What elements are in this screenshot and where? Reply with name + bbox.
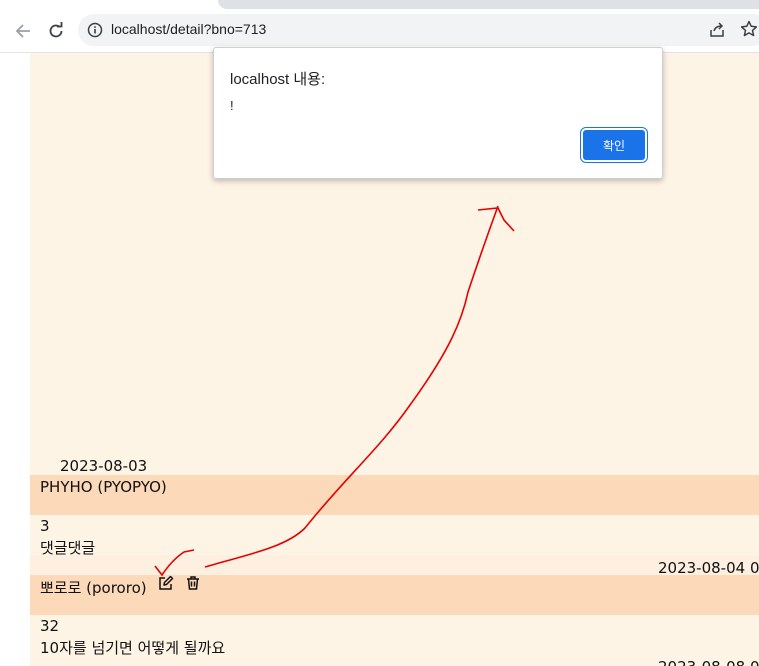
alert-dialog: localhost 내용: ! 확인: [213, 47, 663, 179]
comment-count: 3: [40, 517, 50, 535]
comment-timestamp: 2023-08-08 09: [658, 658, 759, 666]
dialog-message: !: [230, 98, 234, 113]
post-date-row: 2023-08-03: [30, 456, 759, 475]
comment-timestamp-row: 2023-08-04 09: [30, 555, 759, 577]
reload-icon[interactable]: [44, 19, 68, 43]
comment-row-2: 32 10자를 넘기면 어떻게 될까요: [30, 615, 759, 657]
dialog-title: localhost 내용:: [230, 71, 326, 88]
trash-icon[interactable]: [185, 575, 203, 593]
comment-count: 32: [40, 617, 60, 635]
comment-author: 뽀로로 (pororo): [40, 579, 147, 597]
post-author-row: PHYHO (PYOPYO): [30, 475, 759, 515]
address-bar[interactable]: localhost/detail?bno=713: [78, 14, 759, 46]
star-icon[interactable]: [740, 20, 759, 40]
info-icon[interactable]: [87, 22, 103, 38]
comment-timestamp-row: 2023-08-08 09: [30, 655, 759, 666]
comment-author-row: 뽀로로 (pororo): [30, 575, 759, 615]
ok-button[interactable]: 확인: [583, 130, 645, 160]
url-text[interactable]: localhost/detail?bno=713: [111, 21, 266, 37]
back-arrow-icon[interactable]: [11, 19, 35, 43]
post-author: PHYHO (PYOPYO): [40, 478, 167, 496]
tab-strip: [218, 0, 759, 9]
share-icon[interactable]: [708, 21, 726, 39]
edit-icon[interactable]: [158, 575, 176, 593]
post-date: 2023-08-03: [60, 457, 148, 475]
comment-row-1: 3 댓글댓글: [30, 515, 759, 557]
